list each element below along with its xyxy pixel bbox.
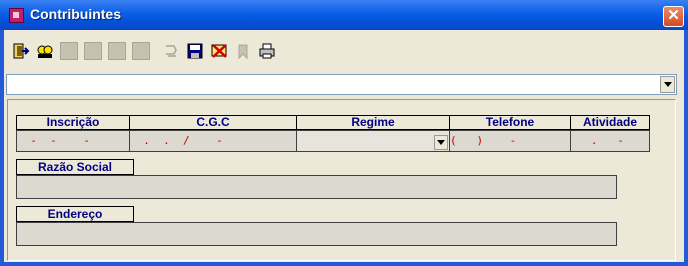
razao-social-input[interactable] xyxy=(16,175,617,199)
title-bar[interactable]: Contribuintes ✕ xyxy=(0,0,688,30)
client-area: Inscrição C.G.C Regime Telefone Atividad… xyxy=(4,30,684,262)
print-icon xyxy=(259,43,275,59)
previous-record-button[interactable] xyxy=(82,40,104,62)
telefone-input[interactable]: ( ) - xyxy=(449,130,571,152)
inscricao-input[interactable]: - - - xyxy=(16,130,130,152)
endereco-label: Endereço xyxy=(16,206,134,222)
record-selector-combo[interactable] xyxy=(6,74,677,95)
previous-record-icon xyxy=(84,42,102,60)
save-disk-icon xyxy=(187,43,203,59)
next-record-button[interactable] xyxy=(106,40,128,62)
exit-door-icon xyxy=(13,43,30,59)
search-button[interactable] xyxy=(34,40,56,62)
undo-button[interactable] xyxy=(160,40,182,62)
header-atividade: Atividade xyxy=(570,115,650,130)
header-cgc: C.G.C xyxy=(129,115,297,130)
print-button[interactable] xyxy=(256,40,278,62)
bookmark-icon xyxy=(238,44,248,60)
chevron-down-icon[interactable] xyxy=(660,76,675,93)
last-record-button[interactable] xyxy=(130,40,152,62)
save-button[interactable] xyxy=(184,40,206,62)
razao-social-label: Razão Social xyxy=(16,159,134,175)
atividade-input[interactable]: . - xyxy=(570,130,650,152)
first-record-button[interactable] xyxy=(58,40,80,62)
exit-button[interactable] xyxy=(10,40,32,62)
last-record-icon xyxy=(132,42,150,60)
window: Contribuintes ✕ Inscrição C.G.C Regime T… xyxy=(0,0,688,266)
endereco-input[interactable] xyxy=(16,222,617,246)
details-panel: Inscrição C.G.C Regime Telefone Atividad… xyxy=(7,99,676,261)
cgc-input[interactable]: . . / - xyxy=(129,130,297,152)
header-inscricao: Inscrição xyxy=(16,115,130,130)
header-regime: Regime xyxy=(296,115,450,130)
search-binoculars-icon xyxy=(37,45,53,58)
app-icon xyxy=(9,8,24,23)
window-title: Contribuintes xyxy=(30,6,121,22)
close-button[interactable]: ✕ xyxy=(663,6,684,27)
delete-button[interactable] xyxy=(208,40,230,62)
first-record-icon xyxy=(60,42,78,60)
toolbar xyxy=(10,40,278,62)
undo-icon xyxy=(166,45,177,57)
regime-select[interactable] xyxy=(296,130,450,152)
bookmark-button[interactable] xyxy=(232,40,254,62)
header-telefone: Telefone xyxy=(449,115,571,130)
delete-cancel-icon xyxy=(211,44,227,58)
regime-chevron-down-icon[interactable] xyxy=(434,135,448,150)
next-record-icon xyxy=(108,42,126,60)
